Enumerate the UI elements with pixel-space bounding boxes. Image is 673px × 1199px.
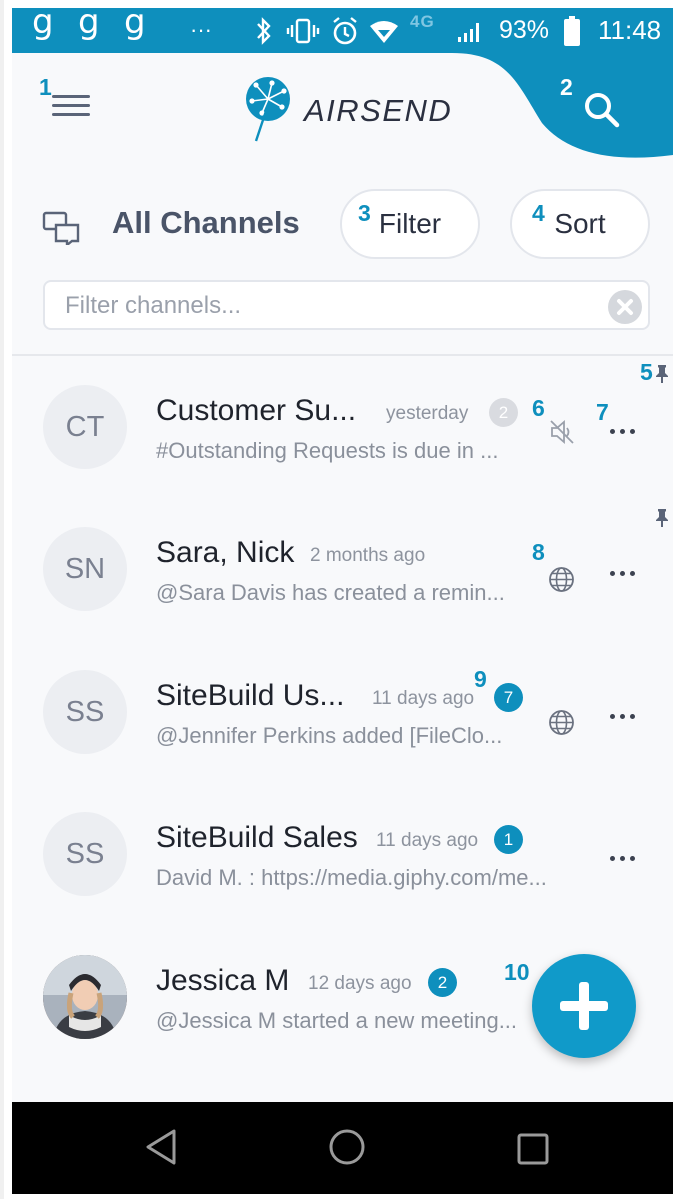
annotation-marker: 3	[358, 200, 371, 226]
unread-badge: 2	[489, 398, 518, 427]
battery-icon	[564, 16, 580, 46]
new-channel-fab-button[interactable]	[532, 954, 636, 1058]
channel-name: Sara, Nick	[156, 536, 295, 569]
clear-filter-button[interactable]	[608, 290, 642, 324]
globe-icon	[549, 710, 574, 735]
filter-channels-input[interactable]	[65, 288, 585, 324]
wifi-icon	[370, 21, 398, 43]
app-screen: g g g ··· 4G 93% 11:48 1 AIRSEND 2 All C…	[12, 8, 673, 1194]
channel-name: SiteBuild Us...	[156, 679, 345, 712]
network-type: 4G	[410, 12, 435, 31]
recents-icon[interactable]	[516, 1132, 550, 1166]
status-app-glyph: g	[32, 8, 54, 42]
app-header: 1 AIRSEND 2	[12, 53, 673, 163]
divider	[12, 354, 673, 356]
unread-badge: 2	[428, 968, 457, 997]
search-icon	[585, 93, 620, 128]
channel-timestamp: yesterday	[386, 403, 469, 424]
channels-icon	[42, 211, 80, 245]
home-icon[interactable]	[328, 1128, 366, 1166]
status-bar: g g g ··· 4G 93% 11:48	[12, 8, 673, 53]
menu-icon-bar	[52, 104, 90, 107]
clear-x-icon	[617, 299, 633, 315]
android-nav-bar	[12, 1102, 673, 1194]
avatar-photo	[43, 955, 127, 1039]
channel-timestamp: 11 days ago	[372, 688, 475, 709]
channel-last-message: @Jessica M started a new meeting...	[156, 1008, 518, 1033]
annotation-marker: 7	[596, 399, 609, 425]
avatar: CT	[43, 385, 127, 469]
annotation-marker: 9	[474, 666, 487, 692]
channel-last-message: @Sara Davis has created a remin...	[156, 580, 505, 605]
channel-row-customer-support[interactable]: CT Customer Su... yesterday 2 6 7 5 #Out…	[12, 360, 673, 506]
channel-row-sara-nick[interactable]: SN Sara, Nick 2 months ago 8 @Sara Davis…	[12, 508, 673, 648]
clock-time: 11:48	[598, 15, 662, 45]
battery-percent: 93%	[499, 16, 550, 44]
dandelion-logo-icon	[246, 77, 290, 142]
filter-button[interactable]: 3 Filter	[340, 189, 480, 259]
bluetooth-icon	[257, 17, 271, 45]
vibrate-icon	[286, 18, 320, 44]
more-options-button[interactable]	[610, 853, 636, 863]
pin-icon	[656, 365, 668, 383]
unread-badge: 7	[494, 683, 523, 712]
airsend-logo: AIRSEND	[242, 75, 462, 145]
channel-last-message: David M. : https://media.giphy.com/me...	[156, 865, 547, 890]
sort-button-label: Sort	[554, 208, 606, 239]
status-app-glyph: g	[124, 8, 146, 42]
channel-row-sitebuild-sales[interactable]: SS SiteBuild Sales 11 days ago 1 David M…	[12, 793, 673, 933]
avatar: SS	[43, 812, 127, 896]
status-more-dots: ···	[190, 17, 212, 42]
channel-name: Jessica M	[156, 964, 290, 997]
alarm-icon	[333, 17, 357, 45]
pin-icon	[656, 509, 668, 527]
channel-name: Customer Su...	[156, 394, 357, 427]
page-title: All Channels	[112, 205, 300, 240]
menu-button[interactable]	[52, 91, 90, 121]
status-app-glyph: g	[78, 8, 100, 42]
globe-icon	[549, 567, 574, 592]
plus-icon-stroke	[579, 982, 589, 1030]
filter-field	[43, 280, 650, 330]
more-options-button[interactable]	[610, 568, 636, 578]
annotation-marker: 5	[640, 359, 653, 385]
channel-last-message: @Jennifer Perkins added [FileClo...	[156, 723, 503, 748]
more-options-button[interactable]	[610, 426, 636, 436]
annotation-marker: 6	[532, 395, 545, 421]
channel-timestamp: 12 days ago	[308, 973, 412, 994]
annotation-marker: 10	[504, 959, 530, 985]
unread-badge: 1	[494, 825, 523, 854]
page-edge	[0, 0, 4, 1199]
menu-icon-bar	[52, 113, 90, 116]
menu-icon-bar	[52, 95, 90, 98]
sort-button[interactable]: 4 Sort	[510, 189, 650, 259]
search-button[interactable]	[582, 90, 622, 130]
channel-last-message: #Outstanding Requests is due in ...	[156, 438, 499, 463]
channel-name: SiteBuild Sales	[156, 821, 358, 854]
back-icon[interactable]	[144, 1128, 178, 1166]
filter-button-label: Filter	[378, 208, 442, 239]
annotation-marker: 1	[39, 74, 52, 100]
signal-icon	[458, 23, 479, 42]
logo-wordmark: AIRSEND	[304, 93, 453, 128]
channel-timestamp: 11 days ago	[376, 830, 479, 851]
annotation-marker: 4	[532, 200, 545, 226]
annotation-marker: 2	[560, 74, 573, 100]
annotation-marker: 8	[532, 539, 545, 565]
channel-timestamp: 2 months ago	[310, 545, 426, 566]
more-options-button[interactable]	[610, 711, 636, 721]
muted-icon	[550, 420, 574, 444]
avatar: SN	[43, 527, 127, 611]
channel-row-sitebuild-users[interactable]: SS SiteBuild Us... 11 days ago 9 7 @Jenn…	[12, 651, 673, 791]
channels-toolbar: All Channels 3 Filter 4 Sort	[12, 183, 673, 263]
avatar	[43, 955, 127, 1039]
avatar: SS	[43, 670, 127, 754]
